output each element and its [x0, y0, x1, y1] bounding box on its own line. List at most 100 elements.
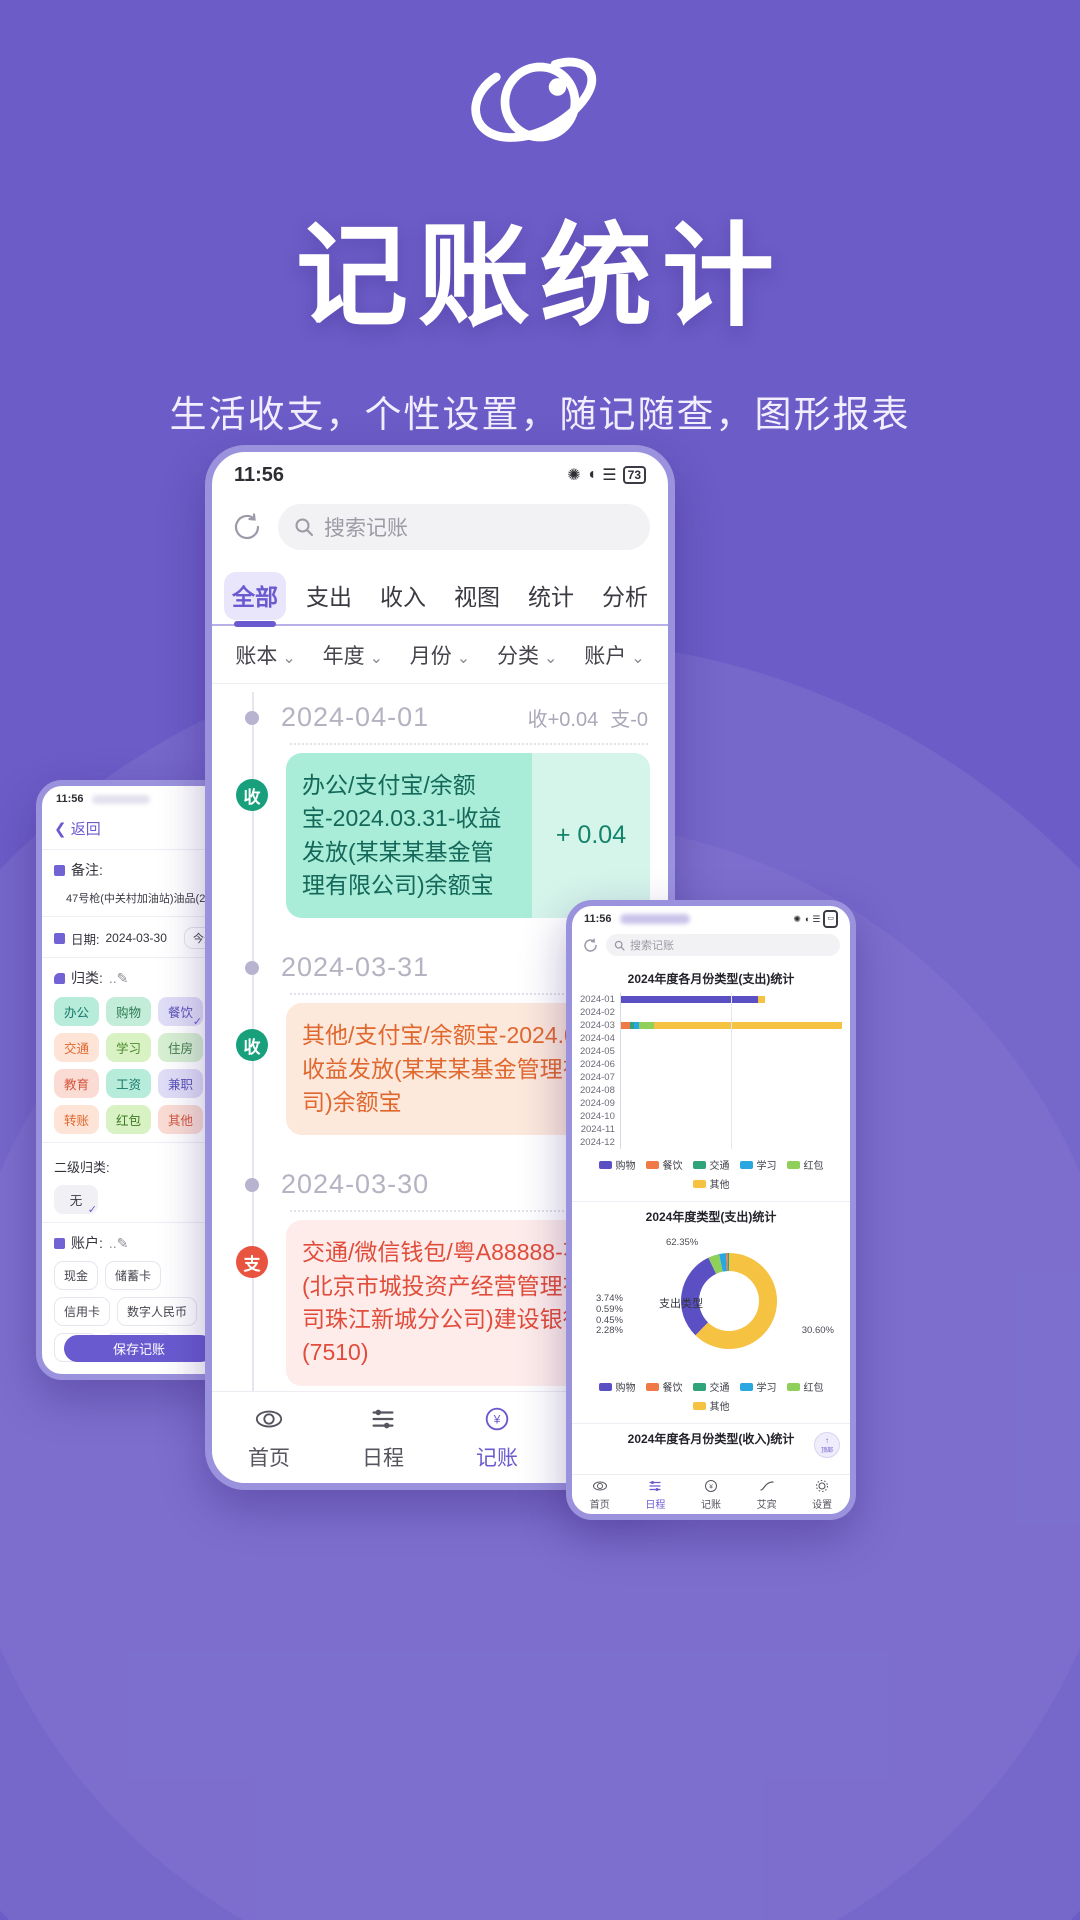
right-tabbar-item-首页[interactable]: 首页	[572, 1478, 628, 1511]
legend-item-餐饮[interactable]: 餐饮	[645, 1157, 683, 1172]
legend-label: 红包	[803, 1161, 824, 1172]
category-chip-购物[interactable]: 购物	[106, 997, 152, 1026]
hero-section: 记账统计 生活收支，个性设置，随记随查，图形报表	[0, 0, 1080, 438]
transaction-card[interactable]: 办公/支付宝/余额宝-2024.03.31-收益发放(某某某基金管理有限公司)余…	[286, 753, 650, 919]
legend-swatch	[739, 1160, 753, 1169]
legend-item-学习[interactable]: 学习	[739, 1157, 777, 1172]
chevron-left-icon: ❮	[54, 821, 67, 838]
account-chip-数字人民币[interactable]: 数字人民币	[117, 1297, 198, 1326]
category-chip-其他[interactable]: 其他	[158, 1105, 204, 1134]
timeline-dot	[245, 710, 259, 725]
note-value[interactable]: 47号枪(中关村加油站)油品(2	[66, 890, 224, 906]
home-icon	[212, 1404, 326, 1438]
date-group-header: 2024-04-01 收+0.04 支-0	[212, 684, 668, 741]
date-value[interactable]: 2024-03-30	[105, 931, 166, 945]
top-button-label: 顶部	[820, 1448, 833, 1454]
category-chip-教育[interactable]: 教育	[54, 1069, 100, 1098]
status-icons: ✺ ◖ ☰ 73	[567, 465, 646, 485]
legend-item-红包[interactable]: 红包	[786, 1157, 824, 1172]
bar-y-tick: 2024-02	[580, 1007, 615, 1018]
bar-row-2024-02	[621, 1006, 842, 1019]
donut-pct-transport: 2.28%	[596, 1325, 623, 1336]
refresh-icon[interactable]	[230, 510, 264, 544]
bar-y-tick: 2024-08	[580, 1085, 615, 1096]
svg-text:¥: ¥	[493, 1412, 501, 1426]
search-input[interactable]: 搜索记账	[278, 504, 650, 550]
filter-分类[interactable]: 分类 ⌄	[484, 640, 571, 670]
group-date: 2024-03-30	[281, 1169, 430, 1200]
donut-pct-redpacket: 3.74%	[596, 1293, 623, 1304]
donut-legend-item-学习[interactable]: 学习	[739, 1379, 777, 1394]
category-chip-兼职[interactable]: 兼职	[158, 1069, 204, 1098]
category-chip-红包[interactable]: 红包	[106, 1105, 152, 1134]
donut-legend-item-餐饮[interactable]: 餐饮	[645, 1379, 683, 1394]
bar-segment-购物	[620, 996, 758, 1003]
tab-统计[interactable]: 统计	[514, 572, 588, 624]
category-chip-label: 住房	[168, 1042, 194, 1056]
donut-legend-item-其他[interactable]: 其他	[692, 1398, 730, 1413]
donut-legend-item-购物[interactable]: 购物	[598, 1379, 636, 1394]
scroll-to-top-button[interactable]: ↑ 顶部	[814, 1432, 840, 1458]
tab-视图[interactable]: 视图	[440, 572, 514, 624]
account-chip-现金[interactable]: 现金	[54, 1261, 99, 1290]
bar-y-tick: 2024-07	[580, 1072, 615, 1083]
main-tab-bar: 全部 支出 收入 视图 统计 分析	[212, 564, 668, 626]
right-tabbar-item-日程[interactable]: 日程	[628, 1478, 684, 1511]
legend-item-购物[interactable]: 购物	[598, 1157, 636, 1172]
yuan-circle-icon: ¥	[440, 1404, 554, 1438]
group-expense-sum: 支-0	[610, 709, 648, 731]
bar-segment-餐饮	[620, 1022, 630, 1029]
tab-支出[interactable]: 支出	[292, 572, 366, 624]
bluetooth-icon: ✺	[567, 467, 581, 484]
pencil-icon[interactable]: ..✎	[109, 970, 129, 987]
right-search-input[interactable]: 搜索记账	[606, 934, 840, 956]
category-chip-住房[interactable]: 住房	[158, 1033, 204, 1062]
donut-legend-item-交通[interactable]: 交通	[692, 1379, 730, 1394]
right-tabbar-item-设置[interactable]: 设置	[794, 1478, 850, 1511]
legend-item-交通[interactable]: 交通	[692, 1157, 730, 1172]
refresh-icon[interactable]	[582, 937, 599, 954]
tab-分析[interactable]: 分析	[588, 572, 662, 624]
legend-item-其他[interactable]: 其他	[692, 1176, 730, 1191]
donut-chart-card: 2024年度类型(支出)统计 支出类型 62.35% 30.60% 3.74% …	[572, 1202, 850, 1424]
save-record-button[interactable]: 保存记账	[64, 1335, 214, 1362]
battery-icon: 73	[622, 466, 646, 484]
category-chip-餐饮[interactable]: 餐饮 ✓	[158, 997, 204, 1028]
account-chip-信用卡[interactable]: 信用卡	[54, 1297, 111, 1326]
calendar-list-icon	[326, 1404, 440, 1438]
gear-icon	[794, 1478, 850, 1494]
bar-y-tick: 2024-06	[580, 1059, 615, 1070]
bar-row-2024-04	[621, 1032, 842, 1045]
category-chip-label: 交通	[64, 1042, 90, 1056]
tabbar-item-首页[interactable]: 首页	[212, 1404, 326, 1472]
tab-收入[interactable]: 收入	[366, 572, 440, 624]
subcategory-chip[interactable]: 无 ✓	[54, 1185, 98, 1216]
category-chip-学习[interactable]: 学习	[106, 1033, 152, 1062]
bar-chart-y-labels: 2024-01 2024-02 2024-03 2024-04 2024-05 2024-…	[580, 993, 620, 1149]
filter-账户[interactable]: 账户 ⌄	[571, 640, 658, 670]
donut-legend-item-红包[interactable]: 红包	[786, 1379, 824, 1394]
left-status-time: 11:56	[56, 793, 84, 805]
tabbar-item-日程[interactable]: 日程	[326, 1404, 440, 1472]
tabbar-item-记账[interactable]: ¥ 记账	[440, 1404, 554, 1472]
pencil-icon[interactable]: ..✎	[109, 1235, 129, 1252]
category-chip-工资[interactable]: 工资	[106, 1069, 152, 1098]
right-tabbar-item-记账[interactable]: ¥ 记账	[683, 1478, 739, 1511]
income-chart-title: 2024年度各月份类型(收入)统计	[627, 1432, 795, 1446]
right-status-time: 11:56	[584, 913, 612, 925]
right-tabbar-item-艾宾[interactable]: 艾宾	[739, 1478, 795, 1511]
category-chip-转账[interactable]: 转账	[54, 1105, 100, 1134]
legend-swatch	[692, 1160, 706, 1169]
filter-年度[interactable]: 年度 ⌄	[309, 640, 396, 670]
tab-全部[interactable]: 全部	[218, 572, 292, 624]
filter-账本[interactable]: 账本 ⌄	[222, 640, 309, 670]
category-chip-办公[interactable]: 办公	[54, 997, 100, 1026]
category-chip-label: 红包	[116, 1114, 142, 1128]
tab-label: 支出	[306, 584, 352, 610]
filter-月份[interactable]: 月份 ⌄	[396, 640, 483, 670]
bar-y-tick: 2024-11	[580, 1124, 615, 1135]
account-chip-储蓄卡[interactable]: 储蓄卡	[105, 1261, 162, 1290]
group-date: 2024-04-01	[281, 702, 430, 732]
category-chip-交通[interactable]: 交通	[54, 1033, 100, 1062]
category-label-row: 归类: ..✎	[54, 968, 224, 988]
